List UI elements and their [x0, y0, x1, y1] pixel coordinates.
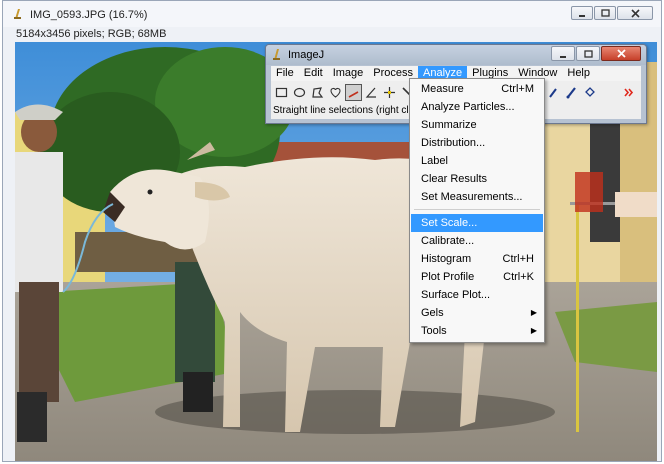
imagej-maximize-button[interactable]	[576, 46, 600, 61]
maximize-button[interactable]	[594, 6, 616, 20]
rectangle-tool-icon	[275, 87, 288, 97]
dropper-tool-icon	[549, 87, 557, 98]
menuitem-shortcut: Ctrl+H	[502, 253, 534, 265]
menuitem-label: Plot Profile	[421, 271, 475, 283]
menuitem-analyze-particles[interactable]: Analyze Particles...	[411, 98, 543, 116]
angle-tool[interactable]	[363, 84, 380, 101]
flood-fill-tool-icon	[585, 86, 595, 97]
point-tool[interactable]	[381, 84, 398, 101]
imagej-titlebar[interactable]: ImageJ	[266, 45, 646, 65]
straight-line-tool[interactable]	[345, 83, 362, 101]
menu-separator	[414, 209, 540, 210]
brush-tool-icon	[566, 86, 576, 98]
image-info: 5184x3456 pixels; RGB; 68MB	[16, 28, 167, 40]
menuitem-distribution[interactable]: Distribution...	[411, 134, 543, 152]
menuitem-label: Gels	[421, 307, 444, 319]
maximize-icon	[600, 9, 610, 17]
polygon-tool-icon	[312, 86, 324, 98]
maximize-icon	[583, 49, 593, 58]
menuitem-label: Label	[421, 155, 448, 167]
menu-file[interactable]: File	[271, 66, 299, 81]
menuitem-label: Set Measurements...	[421, 191, 523, 203]
menuitem-histogram[interactable]: Histogram Ctrl+H	[411, 250, 543, 268]
rectangle-tool[interactable]	[273, 84, 290, 101]
imagej-close-button[interactable]	[601, 46, 641, 61]
menuitem-plot-profile[interactable]: Plot Profile Ctrl+K	[411, 268, 543, 286]
menu-image[interactable]: Image	[328, 66, 369, 81]
minimize-button[interactable]	[571, 6, 593, 20]
imagej-app-icon	[14, 9, 21, 19]
imagej-minimize-button[interactable]	[551, 46, 575, 61]
submenu-arrow-icon: ▶	[530, 308, 537, 317]
dropper-tool[interactable]	[545, 84, 562, 101]
menuitem-label: Set Scale...	[421, 217, 478, 229]
menuitem-label: Summarize	[421, 119, 477, 131]
brush-tool[interactable]	[563, 84, 580, 101]
menuitem-calibrate[interactable]: Calibrate...	[411, 232, 543, 250]
close-button[interactable]	[617, 6, 653, 20]
menuitem-set-measurements[interactable]: Set Measurements...	[411, 188, 543, 206]
polygon-tool[interactable]	[309, 84, 326, 101]
image-window-title: IMG_0593.JPG (16.7%)	[30, 9, 148, 21]
menuitem-summarize[interactable]: Summarize	[411, 116, 543, 134]
oval-tool[interactable]	[291, 84, 308, 101]
close-icon	[630, 8, 640, 18]
menuitem-label: Analyze Particles...	[421, 101, 515, 113]
menuitem-shortcut: Ctrl+K	[503, 271, 534, 283]
more-tools-icon	[624, 87, 634, 97]
minimize-icon	[579, 15, 585, 17]
imagej-app-icon	[273, 49, 280, 60]
freehand-tool[interactable]	[327, 84, 344, 101]
menuitem-set-scale[interactable]: Set Scale...	[411, 214, 543, 232]
freehand-tool-icon	[330, 87, 341, 98]
menu-help[interactable]: Help	[562, 66, 595, 81]
menuitem-label: Measure	[421, 83, 464, 95]
analyze-dropdown: Measure Ctrl+M Analyze Particles... Summa…	[409, 78, 545, 343]
menuitem-label: Histogram	[421, 253, 472, 265]
menuitem-label: Calibrate...	[421, 235, 475, 247]
menuitem-label-item[interactable]: Label	[411, 152, 543, 170]
menuitem-label: Surface Plot...	[421, 289, 491, 301]
close-icon	[616, 49, 626, 58]
menuitem-label: Tools	[421, 325, 447, 337]
menuitem-surface-plot[interactable]: Surface Plot...	[411, 286, 543, 304]
point-tool-icon	[384, 86, 395, 98]
menuitem-shortcut: Ctrl+M	[501, 83, 534, 95]
menu-edit[interactable]: Edit	[299, 66, 328, 81]
image-window-titlebar[interactable]: IMG_0593.JPG (16.7%)	[3, 1, 661, 27]
minimize-icon	[560, 55, 566, 58]
menuitem-label: Distribution...	[421, 137, 486, 149]
submenu-arrow-icon: ▶	[530, 326, 537, 335]
straight-line-tool-icon	[348, 90, 359, 98]
menuitem-measure[interactable]: Measure Ctrl+M	[411, 80, 543, 98]
blank-tool[interactable]	[599, 84, 616, 101]
imagej-title: ImageJ	[288, 49, 325, 61]
menuitem-clear-results[interactable]: Clear Results	[411, 170, 543, 188]
more-tools-button[interactable]	[617, 84, 641, 101]
menuitem-label: Clear Results	[421, 173, 488, 185]
menuitem-tools[interactable]: Tools ▶	[411, 322, 543, 340]
oval-tool-icon	[293, 87, 306, 97]
menuitem-gels[interactable]: Gels ▶	[411, 304, 543, 322]
angle-tool-icon	[365, 87, 376, 98]
flood-fill-tool[interactable]	[581, 84, 598, 101]
